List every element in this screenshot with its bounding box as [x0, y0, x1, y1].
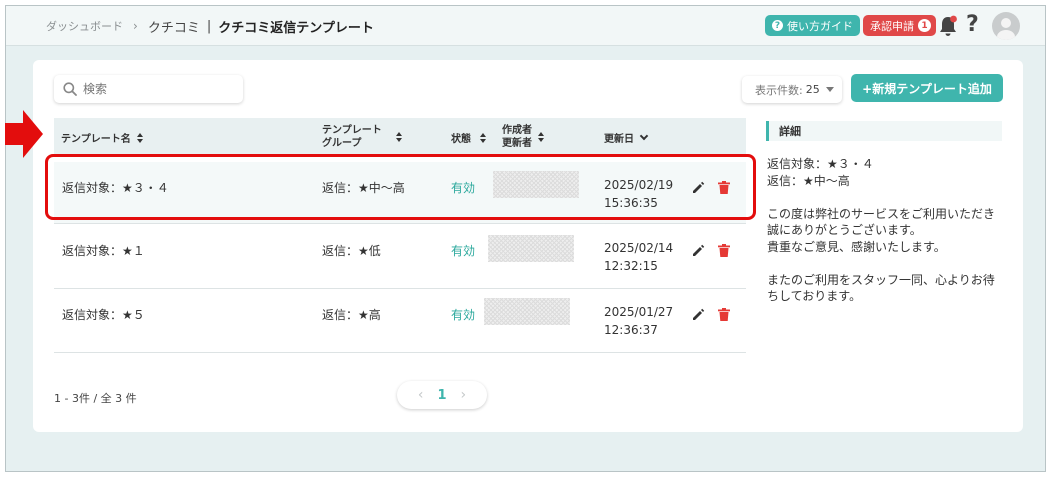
- row-updated: 2025/01/27 12:36:37: [604, 303, 673, 339]
- sort-icon: [395, 132, 402, 142]
- guide-button[interactable]: ? 使い方ガイド: [765, 15, 860, 36]
- search-box[interactable]: [54, 75, 243, 103]
- row-group: 返信：★低: [322, 244, 381, 258]
- perpage-label: 表示件数:: [755, 83, 803, 97]
- detail-line: ちしております。: [767, 289, 862, 303]
- table-header: テンプレート名 テンプレート グループ 状態 作成者 更新者 更新日: [54, 118, 746, 156]
- column-header-name-label: テンプレート名: [61, 134, 131, 145]
- detail-body: 返信対象：★３・４ 返信：★中〜高 この度は弊社のサービスをご利用いただき 誠に…: [767, 156, 1007, 305]
- column-header-group[interactable]: テンプレート グループ: [322, 124, 402, 150]
- approval-button-label: 承認申請: [870, 19, 914, 33]
- row-name: 返信対象：★１: [62, 244, 145, 258]
- chevron-right-icon: ›: [133, 19, 138, 33]
- column-header-creator[interactable]: 作成者 更新者: [502, 124, 544, 150]
- guide-button-label: 使い方ガイド: [787, 19, 853, 33]
- bell-icon[interactable]: [938, 15, 958, 37]
- caret-down-icon: [825, 87, 834, 92]
- row-updated: 2025/02/14 12:32:15: [604, 239, 673, 275]
- table-row[interactable]: 返信対象：★５ 返信：★高 有効 2025/01/27 12:36:37: [54, 289, 746, 353]
- column-header-updated[interactable]: 更新日: [604, 130, 649, 145]
- top-bar: ダッシュボード › クチコミ | クチコミ返信テンプレート ? 使い方ガイド 承…: [6, 6, 1045, 46]
- approval-button[interactable]: 承認申請 1: [863, 15, 936, 36]
- trash-icon[interactable]: [718, 308, 730, 321]
- row-name: 返信対象：★５: [62, 308, 145, 322]
- pagination: ‹ 1 ›: [397, 381, 487, 409]
- perpage-select[interactable]: 表示件数: 25: [742, 76, 842, 103]
- next-page-button[interactable]: ›: [461, 387, 467, 403]
- row-creator-redacted: [488, 235, 574, 262]
- column-header-creator-line2: 更新者: [502, 138, 532, 149]
- column-header-status-label: 状態: [451, 134, 471, 145]
- row-updated-time: 12:32:15: [604, 259, 658, 273]
- column-header-creator-line1: 作成者: [502, 125, 532, 136]
- table-row[interactable]: 返信対象：★１ 返信：★低 有効 2025/02/14 12:32:15: [54, 225, 746, 289]
- edit-icon[interactable]: [692, 244, 705, 257]
- detail-line: 返信対象：★３・４: [767, 157, 874, 171]
- app-frame: ダッシュボード › クチコミ | クチコミ返信テンプレート ? 使い方ガイド 承…: [5, 5, 1046, 472]
- row-highlight-box: [45, 154, 756, 220]
- sort-icon: [538, 132, 544, 142]
- page-number[interactable]: 1: [437, 388, 446, 403]
- sort-icon: [480, 132, 486, 143]
- column-header-group-line1: テンプレート: [322, 125, 382, 136]
- detail-title: 詳細: [766, 121, 1002, 141]
- row-creator-redacted: [484, 298, 570, 325]
- avatar-icon[interactable]: [992, 12, 1020, 40]
- breadcrumb-section[interactable]: クチコミ: [148, 17, 200, 36]
- search-icon: [63, 82, 77, 96]
- template-card: 表示件数: 25 +新規テンプレート追加 テンプレート名 テンプレート グループ…: [33, 60, 1023, 432]
- chevron-down-icon: [639, 131, 649, 140]
- add-template-button[interactable]: +新規テンプレート追加: [851, 74, 1003, 102]
- breadcrumb-dashboard[interactable]: ダッシュボード: [46, 18, 123, 34]
- row-updated-date: 2025/01/27: [604, 305, 674, 319]
- detail-line: 誠にありがとうございます。: [767, 223, 922, 237]
- row-updated-date: 2025/02/14: [604, 241, 674, 255]
- question-icon: ?: [772, 20, 783, 31]
- approval-count-badge: 1: [918, 19, 931, 32]
- search-input[interactable]: [83, 82, 223, 96]
- row-group: 返信：★高: [322, 308, 381, 322]
- row-status: 有効: [451, 244, 476, 258]
- breadcrumb: ダッシュボード › クチコミ | クチコミ返信テンプレート: [46, 17, 374, 36]
- detail-line: この度は弊社のサービスをご利用いただき: [767, 206, 996, 221]
- sort-icon: [136, 132, 143, 143]
- detail-line: 貴重なご意見、感謝いたします。: [767, 239, 946, 254]
- breadcrumb-divider: |: [206, 18, 212, 34]
- trash-icon[interactable]: [718, 244, 730, 257]
- perpage-value: 25: [805, 83, 820, 96]
- column-header-status[interactable]: 状態: [451, 130, 486, 145]
- detail-line: 返信：★中〜高: [767, 173, 850, 188]
- row-updated-time: 12:36:37: [604, 323, 658, 337]
- column-header-group-line2: グループ: [322, 138, 362, 149]
- result-count: 1 - 3件 / 全 3 件: [54, 392, 137, 405]
- prev-page-button[interactable]: ‹: [418, 387, 424, 403]
- help-icon[interactable]: ?: [966, 12, 979, 37]
- column-header-updated-label: 更新日: [604, 134, 634, 145]
- arrow-right-icon: [5, 110, 43, 158]
- detail-line: またのご利用をスタッフ一同、心よりお待: [767, 272, 995, 287]
- column-header-name[interactable]: テンプレート名: [61, 130, 143, 145]
- page-title: クチコミ返信テンプレート: [218, 20, 374, 36]
- edit-icon[interactable]: [692, 308, 705, 321]
- row-status: 有効: [451, 308, 476, 322]
